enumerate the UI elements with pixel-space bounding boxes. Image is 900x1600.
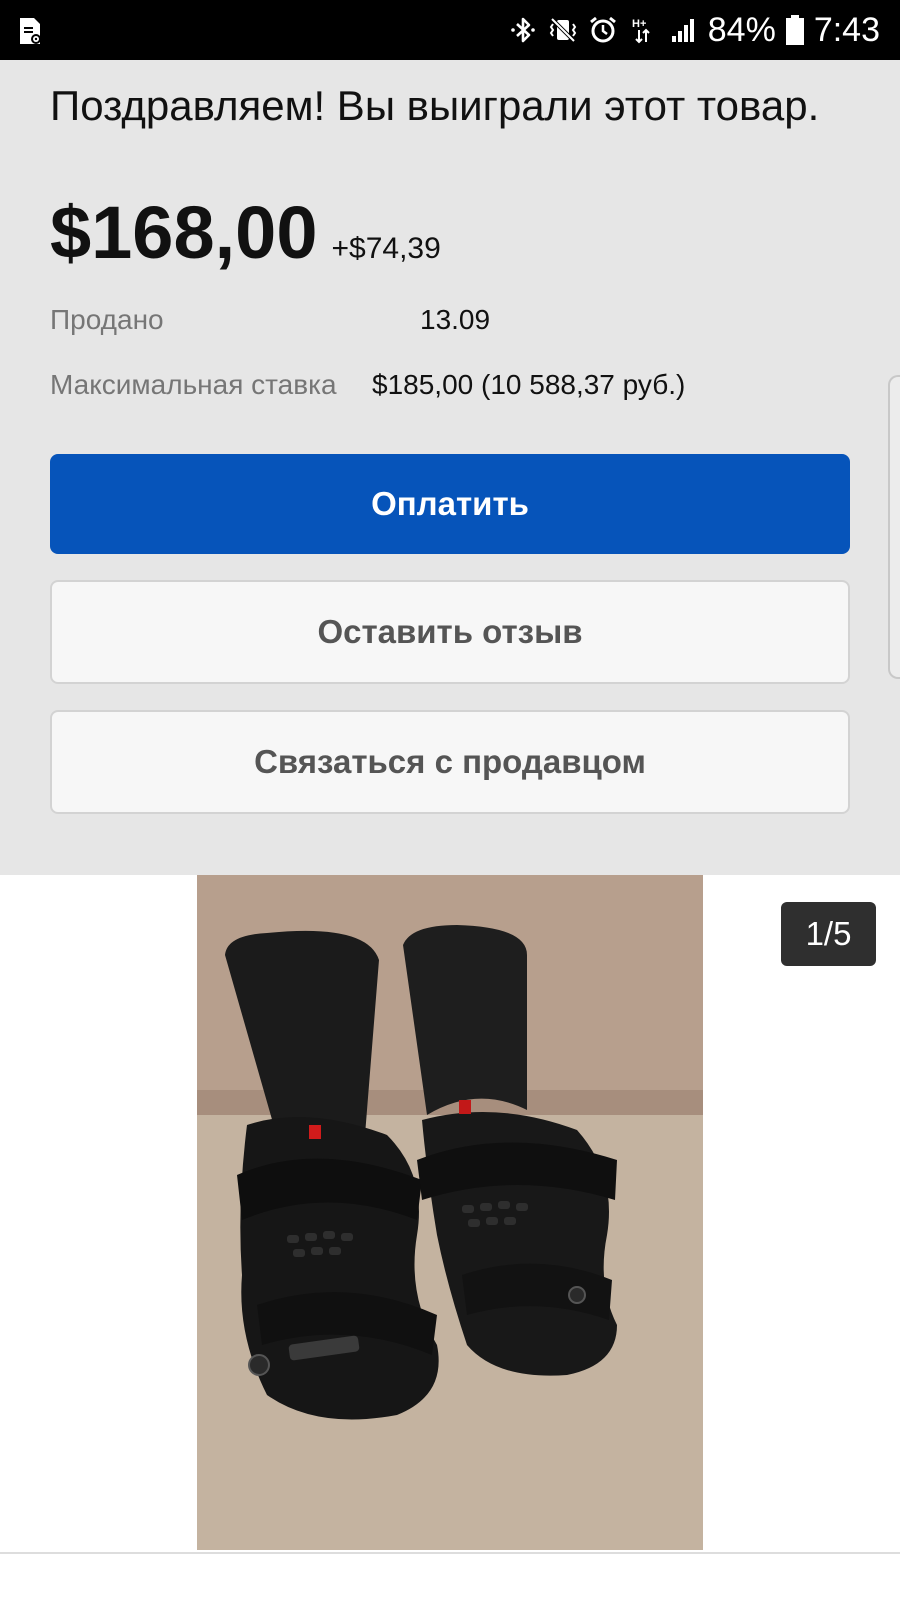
leave-feedback-button[interactable]: Оставить отзыв [50, 580, 850, 684]
bluetooth-icon [508, 15, 538, 45]
sim-settings-icon [18, 16, 44, 46]
data-arrows-icon: H+ [628, 15, 658, 45]
winning-price: $168,00 [50, 191, 318, 274]
price-row: $168,00 +$74,39 [50, 188, 441, 278]
won-item-panel: Поздравляем! Вы выиграли этот товар. $16… [0, 60, 900, 875]
alarm-icon [588, 15, 618, 45]
item-photo[interactable] [197, 875, 703, 1550]
contact-seller-button[interactable]: Связаться с продавцом [50, 710, 850, 814]
max-bid-label: Максимальная ставка [50, 369, 337, 400]
pay-button[interactable]: Оплатить [50, 454, 850, 554]
page-title: Поздравляем! Вы выиграли этот товар. [50, 82, 820, 129]
sold-label: Продано [50, 304, 164, 335]
sold-value: 13.09 [420, 304, 491, 335]
divider [0, 1552, 900, 1554]
clock: 7:43 [813, 11, 880, 49]
shipping-cost: +$74,39 [331, 232, 441, 265]
battery-percentage: 84% [707, 11, 776, 49]
battery-icon [785, 15, 804, 45]
image-counter-badge: 1/5 [781, 902, 876, 966]
max-bid-row: Максимальная ставка $185,00 (10 588,37 р… [50, 365, 870, 405]
svg-text:H+: H+ [632, 18, 646, 30]
status-bar: H+ 84% 7:43 [0, 0, 900, 60]
vibrate-icon [548, 15, 578, 45]
sold-row: Продано 13.09 [50, 300, 870, 340]
signal-icon [668, 15, 698, 45]
image-gallery[interactable]: 1/5 [0, 875, 900, 1550]
max-bid-value: $185,00 (10 588,37 руб.) [372, 369, 686, 400]
side-drawer-handle[interactable] [888, 375, 900, 679]
